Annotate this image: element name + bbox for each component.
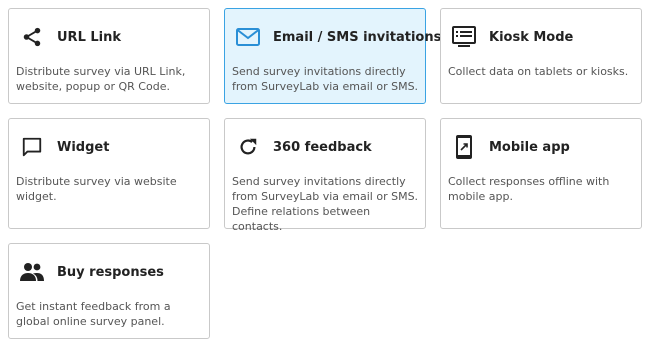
card-description: Collect responses offline with mobile ap… xyxy=(448,175,610,203)
email-icon xyxy=(235,24,261,50)
share-icon xyxy=(19,24,45,50)
card-description: Get instant feedback from a global onlin… xyxy=(16,300,171,328)
mobile-phone-icon xyxy=(451,134,477,160)
card-title: 360 feedback xyxy=(273,139,372,155)
card-description: Send survey invitations directly from Su… xyxy=(232,175,419,233)
card-title: Kiosk Mode xyxy=(489,29,574,45)
card-description: Collect data on tablets or kiosks. xyxy=(448,65,629,78)
360-feedback-card[interactable]: 360 feedback Send survey invitations dir… xyxy=(224,118,426,233)
card-description: Send survey invitations directly from Su… xyxy=(232,65,419,93)
buy-responses-card[interactable]: Buy responses Get instant feedback from … xyxy=(8,243,210,339)
mobile-app-card[interactable]: Mobile app Collect responses offline wit… xyxy=(440,118,642,229)
people-icon xyxy=(19,259,45,285)
url-link-card[interactable]: URL Link Distribute survey via URL Link,… xyxy=(8,8,210,104)
card-description: Distribute survey via URL Link, website,… xyxy=(16,65,186,93)
card-title: URL Link xyxy=(57,29,122,45)
card-title: Buy responses xyxy=(57,264,164,280)
card-title: Mobile app xyxy=(489,139,570,155)
kiosk-mode-card[interactable]: Kiosk Mode Collect data on tablets or ki… xyxy=(440,8,642,104)
refresh-icon xyxy=(235,134,261,160)
email-sms-invitations-card[interactable]: Email / SMS invitations Send survey invi… xyxy=(224,8,441,104)
card-title: Email / SMS invitations xyxy=(273,29,442,45)
widget-card[interactable]: Widget Distribute survey via website wid… xyxy=(8,118,210,229)
card-description: Distribute survey via website widget. xyxy=(16,175,177,203)
kiosk-icon xyxy=(451,24,477,50)
chat-bubble-icon xyxy=(19,134,45,160)
card-title: Widget xyxy=(57,139,110,155)
